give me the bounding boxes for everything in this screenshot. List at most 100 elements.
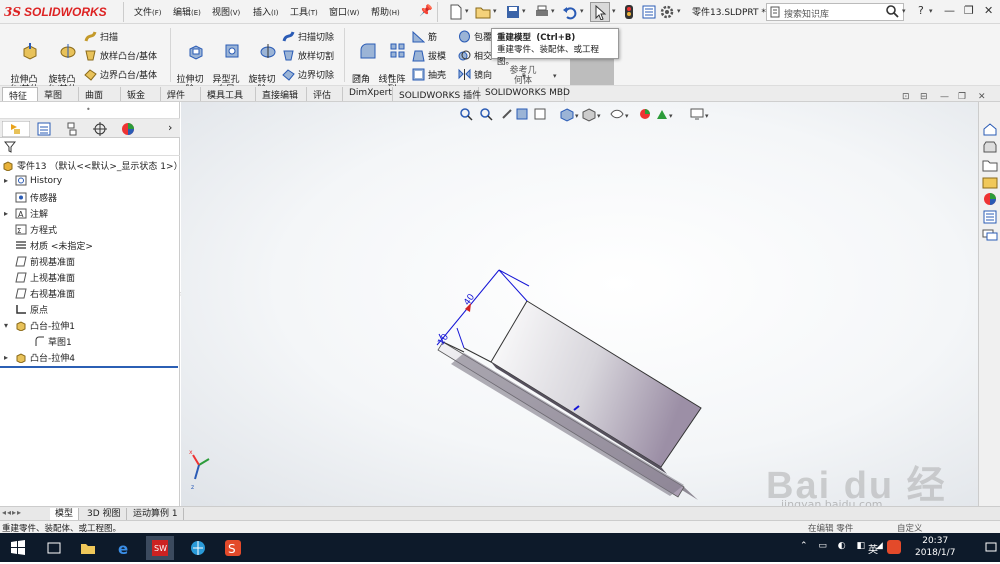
tab-features[interactable]: 特征 xyxy=(2,87,38,102)
tab-solidworks-mbd[interactable]: SOLIDWORKS MBD xyxy=(479,87,570,101)
viewport-minimize-icon[interactable]: — xyxy=(940,92,949,102)
tree-item-origin[interactable]: 原点 xyxy=(4,303,48,316)
rollback-bar[interactable] xyxy=(0,366,178,368)
tab-scroll-arrows-icon[interactable]: ◂◂▸▸ xyxy=(2,508,22,517)
boundary-cut-button[interactable]: 边界切除 xyxy=(282,68,334,81)
tab-solidworks-addins[interactable]: SOLIDWORKS 插件 xyxy=(393,87,481,101)
menu-help[interactable]: 帮助(H) xyxy=(371,5,400,18)
taskbar-clock[interactable]: 20:37 2018/1/7 xyxy=(915,535,955,559)
wps-tray-icon[interactable] xyxy=(887,540,901,554)
configuration-manager-tab-icon[interactable] xyxy=(58,121,86,137)
open-folder-icon[interactable] xyxy=(475,4,491,20)
restore-button[interactable]: ❐ xyxy=(964,4,974,17)
intersect-button[interactable]: 相交 xyxy=(458,49,492,62)
task-view-icon[interactable] xyxy=(46,540,62,556)
gear-icon[interactable] xyxy=(659,4,675,20)
mirror-button[interactable]: 镜向 xyxy=(458,68,492,81)
custom-properties-icon[interactable] xyxy=(982,210,998,224)
chevron-down-icon[interactable]: ▾ xyxy=(553,72,557,80)
chevron-down-icon[interactable]: ▾ xyxy=(522,7,526,15)
tab-sheet-metal[interactable]: 钣金 xyxy=(121,87,161,101)
menu-view[interactable]: 视图(V) xyxy=(212,5,240,18)
taskbar-solidworks-active[interactable]: SW xyxy=(146,536,174,560)
dimxpert-manager-tab-icon[interactable] xyxy=(86,121,114,137)
tab-weldments[interactable]: 焊件 xyxy=(161,87,201,101)
expand-arrow-icon[interactable]: ▸ xyxy=(4,353,12,362)
chevron-down-icon[interactable]: ▾ xyxy=(389,72,393,80)
wrap-button[interactable]: 包覆 xyxy=(458,30,492,43)
feature-manager-tab-icon[interactable] xyxy=(2,121,30,137)
resources-icon[interactable] xyxy=(982,140,998,154)
expand-arrow-icon[interactable]: ▸ xyxy=(4,176,12,185)
chevron-right-icon[interactable]: › xyxy=(168,121,172,134)
undo-icon[interactable] xyxy=(562,4,578,20)
tree-item-equations[interactable]: Σ 方程式 xyxy=(4,223,57,236)
chevron-down-icon[interactable]: ▾ xyxy=(357,72,361,80)
part-model-view[interactable] xyxy=(181,102,978,506)
viewport-split-icon[interactable]: ⊟ xyxy=(920,92,928,102)
home-icon[interactable] xyxy=(982,122,998,136)
chevron-down-icon[interactable]: ▾ xyxy=(493,7,497,15)
tree-filter[interactable] xyxy=(0,138,180,156)
collapse-arrow-icon[interactable]: ▾ xyxy=(4,321,12,330)
select-button[interactable] xyxy=(590,2,610,22)
menu-edit[interactable]: 编辑(E) xyxy=(173,5,201,18)
tab-sketch[interactable]: 草图 xyxy=(38,87,79,101)
tree-item-boss-extrude1[interactable]: ▾ 凸台-拉伸1 xyxy=(4,319,75,332)
tab-motion-study[interactable]: 运动算例 1 xyxy=(128,508,184,520)
menu-insert[interactable]: 插入(I) xyxy=(253,5,279,18)
tab-mold-tools[interactable]: 模具工具 xyxy=(201,87,256,101)
tree-item-material[interactable]: 材质 <未指定> xyxy=(4,239,93,252)
tab-evaluate[interactable]: 评估 xyxy=(307,87,343,101)
expand-arrow-icon[interactable]: ▸ xyxy=(4,209,12,218)
chevron-down-icon[interactable]: ▾ xyxy=(902,7,906,15)
viewport-close-icon[interactable]: ✕ xyxy=(978,92,986,102)
windows-start-icon[interactable] xyxy=(10,540,26,556)
print-icon[interactable] xyxy=(534,4,550,20)
pin-icon[interactable]: 📌 xyxy=(419,4,433,17)
tree-root[interactable]: 零件13 （默认<<默认>_显示状态 1>） xyxy=(2,159,183,172)
help-icon[interactable]: ? xyxy=(918,4,924,17)
menu-tools[interactable]: 工具(T) xyxy=(290,5,318,18)
search-input[interactable]: 搜索知识库 xyxy=(766,3,904,21)
tree-item-top-plane[interactable]: 上视基准面 xyxy=(4,271,75,284)
tab-dimxpert[interactable]: DimXpert xyxy=(343,87,393,101)
tree-item-front-plane[interactable]: 前视基准面 xyxy=(4,255,75,268)
chevron-down-icon[interactable]: ▾ xyxy=(551,7,555,15)
file-explorer-icon[interactable] xyxy=(982,176,998,190)
graphics-area[interactable]: ▾ ▾ ▾ ▾ ▾ 40 10 x z Bai du 经 jingyan.bai… xyxy=(181,102,978,562)
draft-button[interactable]: 拔模 xyxy=(412,49,446,62)
tab-model[interactable]: 模型 xyxy=(50,508,80,520)
minimize-button[interactable]: — xyxy=(944,4,955,17)
loft-boss-button[interactable]: 放样凸台/基体 xyxy=(84,49,157,62)
shell-button[interactable]: 抽壳 xyxy=(412,68,446,81)
chevron-down-icon[interactable]: ▾ xyxy=(522,72,526,80)
chevron-down-icon[interactable]: ▾ xyxy=(465,7,469,15)
tree-item-boss-extrude4[interactable]: ▸ 凸台-拉伸4 xyxy=(4,351,75,364)
property-manager-tab-icon[interactable] xyxy=(30,121,58,137)
menu-file[interactable]: 文件(F) xyxy=(134,5,162,18)
tree-item-right-plane[interactable]: 右视基准面 xyxy=(4,287,75,300)
file-explorer-icon[interactable] xyxy=(80,540,96,556)
viewport-restore-icon[interactable]: ❐ xyxy=(958,92,966,102)
search-icon[interactable] xyxy=(885,4,899,18)
tab-3d-view[interactable]: 3D 视图 xyxy=(82,508,127,520)
chevron-down-icon[interactable]: ▾ xyxy=(677,7,681,15)
viewport-tile-icon[interactable]: ⊡ xyxy=(902,92,910,102)
forum-icon[interactable] xyxy=(982,228,998,242)
edge-browser-icon[interactable]: e xyxy=(117,540,133,556)
rib-button[interactable]: 筋 xyxy=(412,30,437,43)
panel-grip-icon[interactable]: • xyxy=(86,105,91,114)
wps-app-icon[interactable]: S xyxy=(225,540,241,556)
app-globe-icon[interactable] xyxy=(190,540,206,556)
sweep-button[interactable]: 扫描 xyxy=(84,30,118,43)
lofted-cut-button[interactable]: 放样切割 xyxy=(282,49,334,62)
new-document-icon[interactable] xyxy=(448,4,464,20)
folder-icon[interactable] xyxy=(982,158,998,172)
display-manager-tab-icon[interactable] xyxy=(114,121,142,137)
rebuild-traffic-light-icon[interactable] xyxy=(621,4,637,20)
solidworks-logo[interactable]: 3S SOLIDWORKS xyxy=(4,3,107,21)
menu-window[interactable]: 窗口(W) xyxy=(329,5,359,18)
tree-item-history[interactable]: ▸ History xyxy=(4,175,62,186)
swept-cut-button[interactable]: 扫描切除 xyxy=(282,30,334,43)
